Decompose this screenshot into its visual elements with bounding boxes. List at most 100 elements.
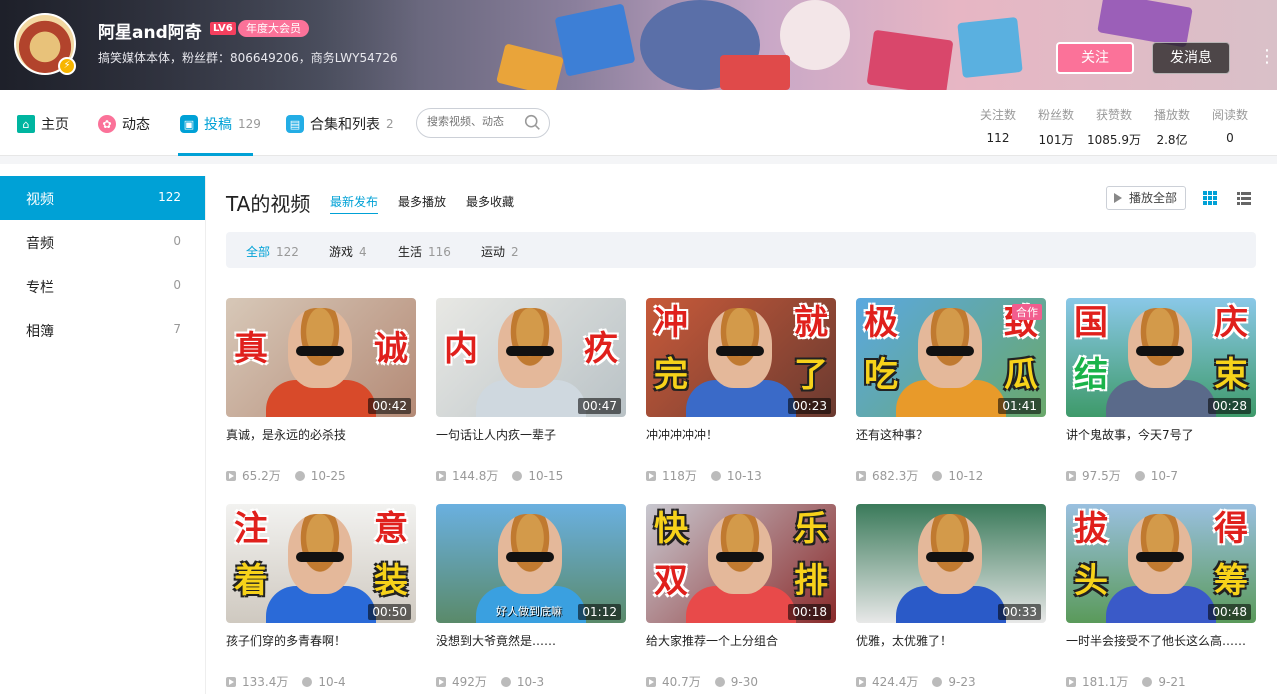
sidebar-item-article[interactable]: 专栏 0 [0, 264, 205, 308]
video-title[interactable]: 优雅，太优雅了！ [856, 632, 1046, 649]
play-count-icon [226, 676, 236, 687]
sidebar-item-video[interactable]: 视频 122 [0, 176, 205, 220]
uploads-icon: ▣ [180, 115, 198, 133]
video-thumbnail[interactable]: 注 意着 装 00:50 [226, 504, 416, 623]
video-thumbnail[interactable]: 极致吃瓜合作 01:41 [856, 298, 1046, 417]
video-duration: 01:12 [578, 604, 621, 620]
tab-uploads[interactable]: ▣ 投稿 129 [180, 114, 261, 134]
publish-date: 10-3 [516, 674, 545, 689]
more-icon[interactable]: ⋮ [1258, 44, 1276, 70]
thumbnail-caption: 快 [654, 509, 688, 549]
filter-life[interactable]: 生活 116 [398, 243, 451, 260]
play-count-icon [856, 470, 866, 481]
video-title[interactable]: 给大家推荐一个上分组合 [646, 632, 836, 649]
video-meta: 65.2万 10-25 [226, 467, 346, 484]
play-all-button[interactable]: 播放全部 [1106, 186, 1186, 210]
sort-most-played[interactable]: 最多播放 [398, 193, 446, 210]
video-thumbnail[interactable]: 内 疚 00:47 [436, 298, 626, 417]
search-input[interactable] [427, 115, 523, 128]
sidebar-item-count: 0 [173, 278, 181, 292]
video-meta: 40.7万 9-30 [646, 673, 758, 690]
filter-game[interactable]: 游戏 4 [329, 243, 367, 260]
tab-home[interactable]: ⌂ 主页 [17, 114, 69, 134]
search-icon[interactable] [524, 114, 541, 131]
vip-badge[interactable]: 年度大会员 [238, 20, 309, 37]
video-title[interactable]: 没想到大爷竟然是…… [436, 632, 626, 649]
tab-label: 合集和列表 [310, 117, 380, 133]
thumbnail-caption: 内 [444, 329, 478, 369]
list-view-icon[interactable] [1236, 190, 1252, 206]
avatar[interactable]: ⚡ [14, 13, 76, 75]
video-thumbnail[interactable]: 快 乐双 排 00:18 [646, 504, 836, 623]
video-meta: 97.5万 10-7 [1066, 467, 1178, 484]
video-duration: 00:18 [788, 604, 831, 620]
thumbnail-caption: 拔 [1074, 509, 1108, 549]
lightning-icon: ⚡ [58, 57, 76, 75]
video-title[interactable]: 冲冲冲冲冲！ [646, 426, 836, 443]
video-thumbnail[interactable]: 好人做到底嘛 01:12 [436, 504, 626, 623]
thumbnail-caption: 完 [654, 355, 688, 395]
sidebar-item-audio[interactable]: 音频 0 [0, 220, 205, 264]
thumbnail-caption: 得 [1214, 509, 1248, 549]
sidebar-item-label: 专栏 [26, 280, 54, 296]
video-meta: 682.3万 10-12 [856, 467, 983, 484]
category-filter-bar: 全部 122 游戏 4 生活 116 运动 2 [226, 232, 1256, 268]
content-type-sidebar: 视频 122 音频 0 专栏 0 相簿 7 [0, 176, 206, 694]
play-count-icon [1066, 676, 1076, 687]
play-count-icon [646, 676, 656, 687]
thumbnail-caption: 排 [794, 561, 828, 601]
thumbnail-caption: 就 [794, 303, 828, 343]
user-sign: 搞笑媒体本体，粉丝群：806649206，商务LWY54726 [98, 51, 398, 65]
username[interactable]: 阿星and阿奇 [98, 18, 202, 43]
sidebar-item-album[interactable]: 相簿 7 [0, 308, 205, 352]
message-button[interactable]: 发消息 [1152, 42, 1230, 74]
thumbnail-caption: 装 [374, 561, 408, 601]
play-all-label: 播放全部 [1129, 191, 1178, 205]
sort-latest[interactable]: 最新发布 [330, 193, 379, 214]
video-title[interactable]: 一时半会接受不了他长这么高…… [1066, 632, 1256, 649]
stat-label: 粉丝数 [1037, 108, 1074, 122]
video-title[interactable]: 一句话让人内疚一辈子 [436, 426, 626, 443]
thumbnail-caption: 了 [794, 355, 828, 395]
play-count: 40.7万 [662, 675, 701, 689]
grid-view-icon[interactable] [1202, 190, 1218, 206]
tab-label: 主页 [41, 117, 69, 133]
video-title[interactable]: 真诚，是永远的必杀技 [226, 426, 416, 443]
video-thumbnail[interactable]: 冲 就完 了 00:23 [646, 298, 836, 417]
dynamic-icon: ✿ [98, 115, 116, 133]
sort-most-favorited[interactable]: 最多收藏 [466, 193, 514, 210]
thumbnail-caption: 国 [1074, 303, 1108, 343]
tab-dynamic[interactable]: ✿ 动态 [98, 114, 150, 134]
clock-icon [932, 470, 943, 481]
follow-button[interactable]: 关注 [1056, 42, 1134, 74]
video-meta: 144.8万 10-15 [436, 467, 563, 484]
search-box[interactable] [416, 108, 550, 138]
sidebar-item-label: 相簿 [26, 324, 54, 340]
stat-fans[interactable]: 粉丝数 101万 [1026, 106, 1086, 148]
stat-plays: 播放数 2.8亿 [1142, 106, 1202, 148]
video-meta: 492万 10-3 [436, 673, 544, 690]
clock-icon [302, 676, 313, 687]
video-title[interactable]: 讲个鬼故事，今天7号了 [1066, 426, 1256, 443]
play-count: 181.1万 [1082, 675, 1129, 689]
thumbnail-caption: 吃 [864, 355, 898, 395]
filter-all[interactable]: 全部 122 [246, 243, 299, 260]
filter-count: 116 [428, 245, 451, 259]
video-thumbnail[interactable]: 00:33 [856, 504, 1046, 623]
video-title[interactable]: 还有这种事？ [856, 426, 1046, 443]
stat-following[interactable]: 关注数 112 [968, 106, 1028, 145]
thumbnail-caption: 诚 [374, 329, 408, 369]
video-meta: 424.4万 9-23 [856, 673, 976, 690]
video-title[interactable]: 孩子们穿的多青春啊！ [226, 632, 416, 649]
video-duration: 00:50 [368, 604, 411, 620]
video-thumbnail[interactable]: 真 诚 00:42 [226, 298, 416, 417]
clock-icon [500, 676, 511, 687]
tab-collections[interactable]: ▤ 合集和列表 2 [286, 114, 394, 134]
thumbnail-caption: 冲 [654, 303, 688, 343]
filter-count: 122 [276, 245, 299, 259]
video-thumbnail[interactable]: 拔 得头 筹 00:48 [1066, 504, 1256, 623]
video-thumbnail[interactable]: 国 庆结 束 00:28 [1066, 298, 1256, 417]
cooperation-tag: 合作 [1012, 304, 1042, 320]
play-count: 133.4万 [242, 675, 289, 689]
filter-sports[interactable]: 运动 2 [481, 243, 519, 260]
